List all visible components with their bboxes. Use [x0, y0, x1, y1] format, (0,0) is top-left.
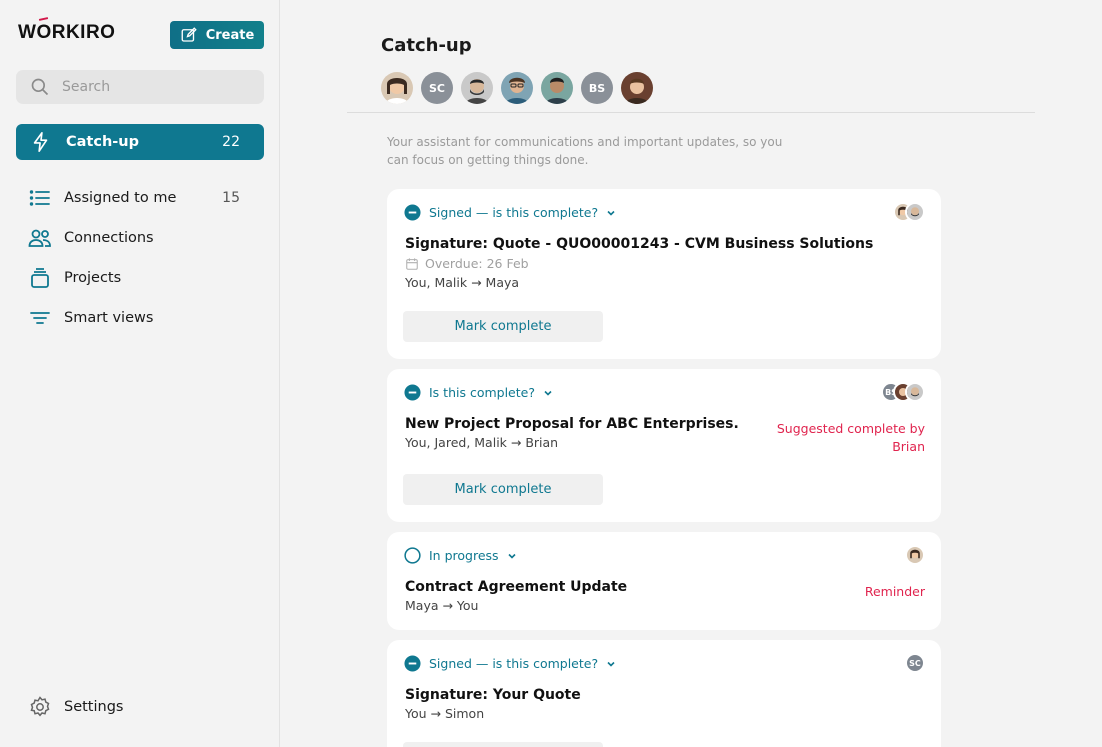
lightning-icon [33, 132, 48, 152]
status-dropdown[interactable]: In progress [404, 547, 517, 564]
avatar [905, 202, 925, 222]
search-box[interactable] [16, 70, 264, 104]
mark-complete-button[interactable]: Mark complete [403, 474, 603, 505]
catch-up-card[interactable]: In progress Contract Agreement Update Ma… [387, 532, 941, 630]
chevron-down-icon [507, 553, 516, 559]
participant-avatars: SC BS [381, 72, 653, 104]
page-subtitle: Your assistant for communications and im… [387, 135, 783, 167]
status-label: Signed — is this complete? [429, 205, 599, 220]
stack-icon [31, 268, 49, 288]
mark-complete-button[interactable] [403, 742, 603, 747]
sidebar-item-count: 22 [222, 134, 240, 150]
avatar[interactable]: SC [421, 72, 453, 104]
sidebar-item-catch-up[interactable]: Catch-up 22 [16, 124, 264, 160]
search-icon [31, 78, 49, 96]
sidebar-item-label: Assigned to me [64, 190, 177, 206]
status-dropdown[interactable]: Signed — is this complete? [404, 655, 616, 672]
people-icon [28, 229, 51, 247]
participants-line: You → Simon [405, 706, 485, 721]
due-label: Overdue: 26 Feb [425, 256, 529, 271]
avatar [905, 382, 925, 402]
chevron-down-icon [607, 210, 615, 216]
catch-up-card[interactable]: Signed — is this complete? Signature: Qu… [387, 189, 941, 359]
participants-line: Maya → You [405, 598, 479, 613]
sidebar-item-assigned[interactable]: Assigned to me 15 [28, 184, 264, 212]
avatar[interactable] [501, 72, 533, 104]
gear-icon [30, 696, 50, 717]
sidebar-item-settings[interactable]: Settings [28, 695, 123, 719]
minus-circle-icon [404, 655, 421, 672]
card-avatars: BS [881, 382, 925, 402]
sidebar: WORKIRO Create Catch-up 22 Assigned to m… [0, 0, 280, 747]
workiro-logo[interactable]: WORKIRO [18, 22, 115, 44]
catch-up-card[interactable]: Is this complete? BS New Project Proposa… [387, 369, 941, 522]
sidebar-item-label: Catch-up [66, 134, 139, 150]
search-input[interactable] [62, 79, 242, 95]
filter-icon [30, 312, 50, 324]
sidebar-item-label: Projects [64, 270, 122, 286]
status-dropdown[interactable]: Is this complete? [404, 384, 553, 401]
status-dropdown[interactable]: Signed — is this complete? [404, 204, 616, 221]
create-button[interactable]: Create [170, 21, 264, 49]
mark-complete-button[interactable]: Mark complete [403, 311, 603, 342]
page-title: Catch-up [381, 35, 472, 56]
status-label: In progress [429, 548, 499, 563]
header-divider [347, 112, 1035, 113]
due-date: Overdue: 26 Feb [405, 256, 529, 271]
list-icon [29, 190, 50, 206]
minus-circle-icon [404, 204, 421, 221]
sidebar-item-label: Connections [64, 230, 154, 246]
avatar[interactable] [461, 72, 493, 104]
avatar[interactable] [621, 72, 653, 104]
status-label: Is this complete? [429, 385, 535, 400]
avatar[interactable] [381, 72, 413, 104]
chevron-down-icon [544, 390, 552, 396]
edit-icon [181, 27, 197, 42]
status-label: Signed — is this complete? [429, 656, 599, 671]
sidebar-item-projects[interactable]: Projects [28, 264, 264, 292]
card-title: Signature: Quote - QUO00001243 - CVM Bus… [405, 236, 874, 252]
chevron-down-icon [607, 661, 615, 667]
card-avatars: SC [905, 653, 925, 673]
sidebar-item-label: Smart views [64, 310, 154, 326]
card-title: Contract Agreement Update [405, 579, 628, 595]
settings-label: Settings [64, 699, 124, 715]
minus-circle-icon [404, 384, 421, 401]
create-label: Create [205, 27, 255, 43]
sidebar-item-count: 15 [222, 190, 240, 206]
card-title: Signature: Your Quote [405, 687, 581, 703]
main-content: Catch-up SC BS Your assistant for commun… [281, 0, 1102, 747]
reminder-note: Reminder [864, 584, 925, 599]
card-title: New Project Proposal for ABC Enterprises… [405, 416, 739, 432]
participants-line: You, Jared, Malik → Brian [405, 435, 559, 450]
circle-icon [404, 547, 421, 564]
avatar [905, 545, 925, 565]
avatar[interactable] [541, 72, 573, 104]
card-avatars [905, 545, 925, 565]
avatar[interactable]: BS [581, 72, 613, 104]
catch-up-card[interactable]: Signed — is this complete? SC Signature:… [387, 640, 941, 747]
card-avatars [893, 202, 925, 222]
sidebar-item-connections[interactable]: Connections [28, 224, 264, 252]
calendar-icon [406, 257, 418, 270]
participants-line: You, Malik → Maya [405, 275, 520, 290]
sidebar-item-smart-views[interactable]: Smart views [28, 304, 264, 332]
avatar: SC [905, 653, 925, 673]
suggested-complete-note: Suggested complete by Brian [776, 421, 925, 454]
